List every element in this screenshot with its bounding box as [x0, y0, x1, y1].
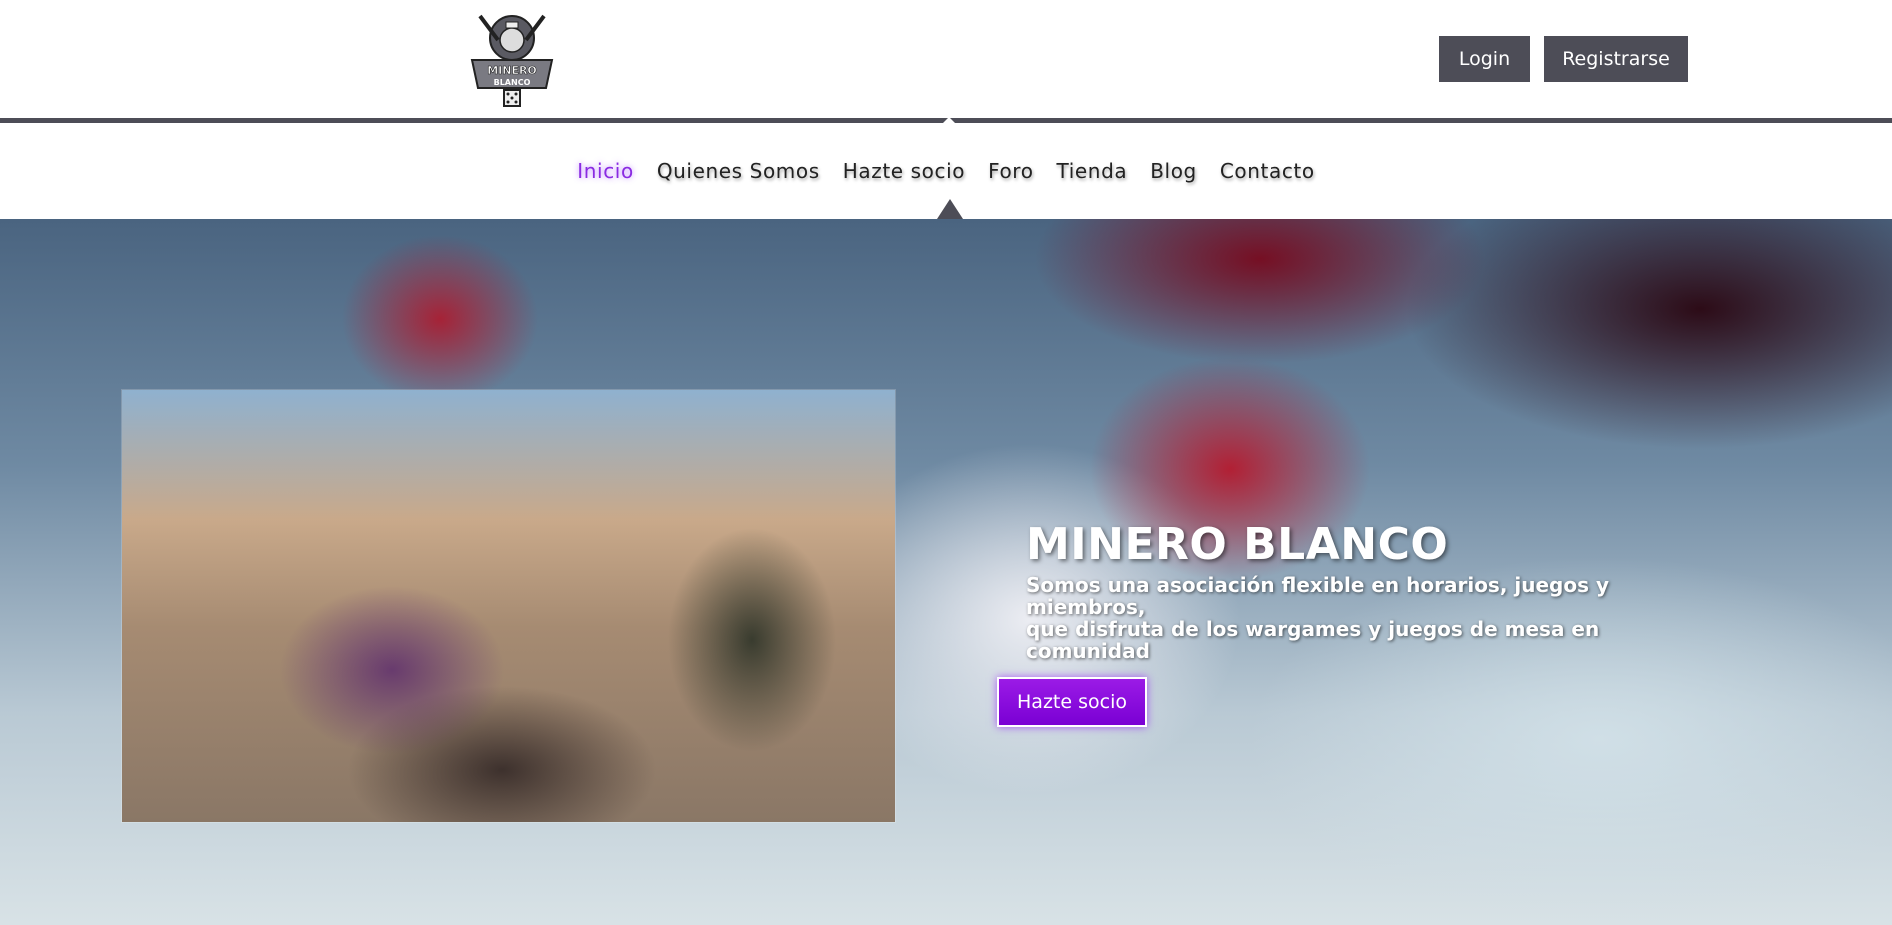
svg-text:BLANCO: BLANCO	[494, 78, 531, 87]
nav-arrow	[937, 199, 963, 219]
nav-item-tienda[interactable]: Tienda	[1057, 159, 1128, 183]
hero-subtitle: Somos una asociación flexible en horario…	[1026, 574, 1726, 662]
site-header: MINERO BLANCO Login Registrarse	[0, 0, 1892, 118]
minero-blanco-logo[interactable]: MINERO BLANCO	[468, 10, 556, 108]
hazte-socio-button[interactable]: Hazte socio	[997, 677, 1147, 727]
nav-item-blog[interactable]: Blog	[1150, 159, 1197, 183]
login-button[interactable]: Login	[1439, 36, 1530, 82]
hero-title: MINERO BLANCO	[1026, 519, 1449, 570]
hero-subtitle-line1: Somos una asociación flexible en horario…	[1026, 573, 1610, 619]
hero-subtitle-line2: que disfruta de los wargames y juegos de…	[1026, 617, 1600, 663]
hero-banner: MINERO BLANCO Somos una asociación flexi…	[0, 219, 1892, 925]
nav-item-contacto[interactable]: Contacto	[1220, 159, 1315, 183]
register-button[interactable]: Registrarse	[1544, 36, 1688, 82]
nav-item-foro[interactable]: Foro	[988, 159, 1033, 183]
nav-item-hazte-socio[interactable]: Hazte socio	[843, 159, 965, 183]
nav-item-quienes-somos[interactable]: Quienes Somos	[657, 159, 820, 183]
svg-text:MINERO: MINERO	[487, 64, 537, 77]
group-photo	[122, 390, 895, 822]
nav-item-inicio[interactable]: Inicio	[577, 159, 634, 183]
